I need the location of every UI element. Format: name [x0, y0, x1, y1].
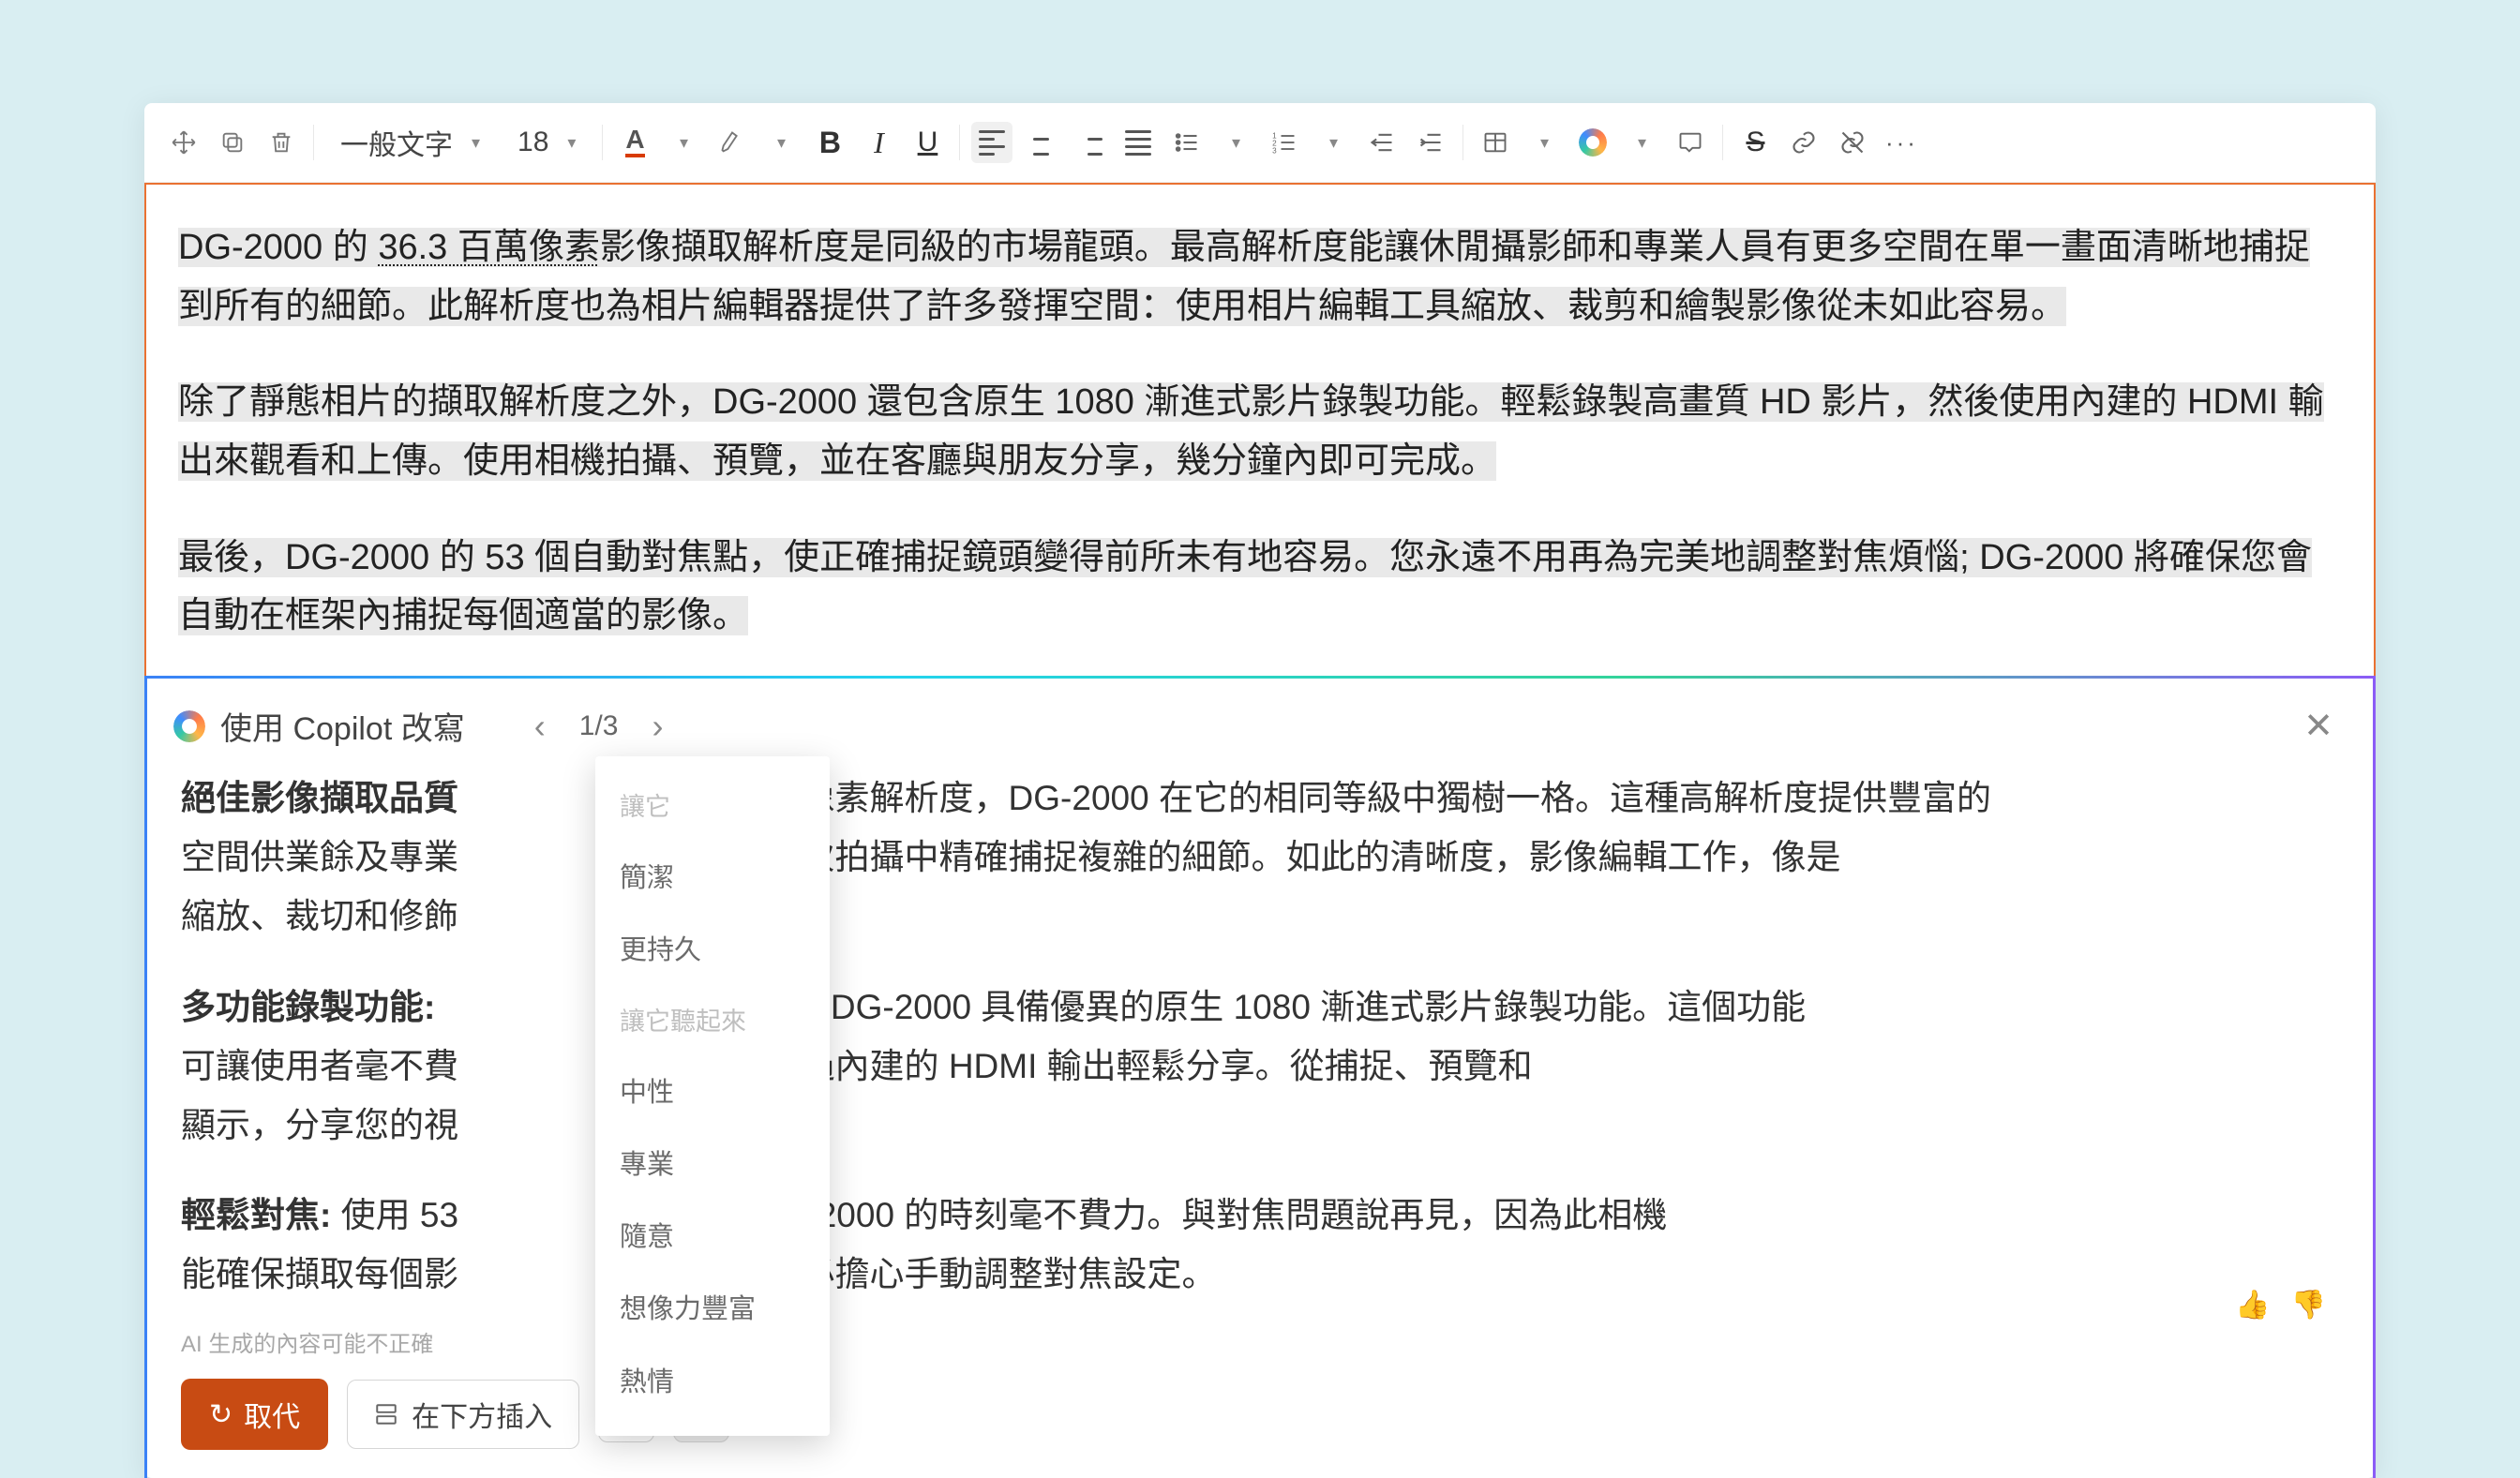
align-center-button[interactable] — [1020, 122, 1061, 163]
align-justify-button[interactable] — [1118, 122, 1159, 163]
link-button[interactable] — [1783, 122, 1824, 163]
insert-below-button[interactable]: 在下方插入 — [347, 1380, 579, 1449]
close-button[interactable]: ✕ — [2298, 699, 2339, 753]
style-combo-label: 一般文字 — [340, 122, 453, 163]
thumbs-up-button[interactable]: 👍 — [2235, 1281, 2270, 1329]
replace-button[interactable]: ↻ 取代 — [181, 1379, 328, 1450]
tone-option-neutral[interactable]: 中性 — [595, 1057, 830, 1129]
move-icon[interactable] — [163, 122, 204, 163]
doc-paragraph: 最後，DG-2000 的 53 個自動對焦點，使正確捕捉鏡頭變得前所未有地容易。… — [178, 529, 2342, 646]
doc-paragraph: 除了靜態相片的擷取解析度之外，DG-2000 還包含原生 1080 漸進式影片錄… — [178, 373, 2342, 490]
copy-icon[interactable] — [212, 122, 253, 163]
bold-button[interactable]: B — [809, 122, 850, 163]
chevron-down-icon[interactable]: ▾ — [1312, 122, 1354, 163]
chevron-down-icon: ▾ — [472, 133, 480, 153]
separator — [1722, 125, 1723, 160]
unlink-button[interactable] — [1832, 122, 1873, 163]
chevron-down-icon[interactable]: ▾ — [1215, 122, 1256, 163]
copilot-footer: ↻ 取代 在下方插入 — [147, 1379, 2373, 1478]
next-suggestion-button[interactable]: › — [638, 707, 676, 746]
prev-suggestion-button[interactable]: ‹ — [521, 707, 559, 746]
suggestion-paragraph: 多功能錄製功能: 品質，DG-2000 具備優異的原生 1080 漸進式影片錄製… — [181, 978, 2339, 1156]
insert-below-icon — [374, 1402, 398, 1426]
indent-button[interactable] — [1410, 122, 1451, 163]
copilot-suggestion-body: 絕佳影像擷取品質 百萬像素解析度，DG-2000 在它的相同等級中獨樹一格。這種… — [147, 769, 2373, 1325]
delete-icon[interactable] — [261, 122, 302, 163]
chevron-down-icon[interactable]: ▾ — [1523, 122, 1565, 163]
tone-section-label: 讓它聽起來 — [595, 988, 830, 1057]
thumbs-down-button[interactable]: 👎 — [2291, 1281, 2326, 1329]
tone-option-casual[interactable]: 隨意 — [595, 1202, 830, 1274]
bullet-list-button[interactable] — [1166, 122, 1208, 163]
suggestion-paragraph: 絕佳影像擷取品質 百萬像素解析度，DG-2000 在它的相同等級中獨樹一格。這種… — [181, 769, 2339, 947]
pager-label: 1/3 — [579, 710, 619, 742]
tone-option-concise[interactable]: 簡潔 — [595, 843, 830, 915]
separator — [602, 125, 603, 160]
svg-text:3: 3 — [1273, 147, 1278, 156]
underline-button[interactable]: U — [907, 122, 948, 163]
numbered-list-button[interactable]: 123 — [1264, 122, 1305, 163]
chevron-down-icon: ▾ — [567, 133, 576, 153]
document-selection: DG-2000 的 36.3 百萬像素影像擷取解析度是同級的市場龍頭。最高解析度… — [144, 183, 2376, 676]
font-size-value: 18 — [518, 127, 548, 158]
align-right-button[interactable] — [1069, 122, 1110, 163]
copilot-rewrite-panel: 使用 Copilot 改寫 ‹ 1/3 › ✕ 絕佳影像擷取品質 百萬像素解析度… — [144, 676, 2376, 1478]
replace-label: 取代 — [244, 1394, 300, 1435]
chevron-down-icon[interactable]: ▾ — [1621, 122, 1662, 163]
suggestion-paragraph: 輕鬆對焦: 使用 53 使用 DG-2000 的時刻毫不費力。與對焦問題說再見，… — [181, 1187, 2339, 1305]
app-window: 一般文字 ▾ 18 ▾ A ▾ ▾ B I U ▾ 123 ▾ — [144, 103, 2376, 1478]
separator — [1462, 125, 1463, 160]
feedback-buttons: 👍 👎 — [2235, 1281, 2326, 1329]
strikethrough-button[interactable]: S — [1734, 122, 1776, 163]
tone-option-imaginative[interactable]: 想像力豐富 — [595, 1274, 830, 1346]
tone-option-longer[interactable]: 更持久 — [595, 915, 830, 987]
table-button[interactable] — [1475, 122, 1516, 163]
suggestion-pager: ‹ 1/3 › — [521, 707, 677, 746]
font-size-combo[interactable]: 18 ▾ — [502, 121, 591, 164]
ai-disclaimer: AI 生成的內容可能不正確 — [147, 1325, 2373, 1379]
highlight-button[interactable] — [712, 122, 753, 163]
copilot-icon — [173, 710, 205, 742]
separator — [959, 125, 960, 160]
insert-below-label: 在下方插入 — [412, 1394, 552, 1435]
copilot-toolbar-button[interactable] — [1572, 122, 1613, 163]
comment-button[interactable] — [1670, 122, 1711, 163]
toolbar: 一般文字 ▾ 18 ▾ A ▾ ▾ B I U ▾ 123 ▾ — [144, 103, 2376, 183]
copilot-header: 使用 Copilot 改寫 ‹ 1/3 › ✕ — [147, 679, 2373, 769]
style-combo[interactable]: 一般文字 ▾ — [325, 116, 495, 169]
italic-button[interactable]: I — [858, 122, 899, 163]
tone-option-enthusiastic[interactable]: 熱情 — [595, 1347, 830, 1419]
align-left-button[interactable] — [971, 122, 1012, 163]
chevron-down-icon[interactable]: ▾ — [760, 122, 802, 163]
doc-paragraph: DG-2000 的 36.3 百萬像素影像擷取解析度是同級的市場龍頭。最高解析度… — [178, 218, 2342, 336]
font-color-button[interactable]: A — [614, 122, 655, 163]
tone-option-professional[interactable]: 專業 — [595, 1129, 830, 1202]
copilot-title: 使用 Copilot 改寫 — [220, 703, 465, 749]
more-icon[interactable]: ··· — [1881, 122, 1922, 163]
separator — [313, 125, 314, 160]
chevron-down-icon[interactable]: ▾ — [663, 122, 704, 163]
tone-section-label: 讓它 — [595, 773, 830, 843]
tone-menu: 讓它 簡潔 更持久 讓它聽起來 中性 專業 隨意 想像力豐富 熱情 — [595, 756, 830, 1436]
replace-icon: ↻ — [209, 1398, 232, 1431]
outdent-button[interactable] — [1361, 122, 1402, 163]
